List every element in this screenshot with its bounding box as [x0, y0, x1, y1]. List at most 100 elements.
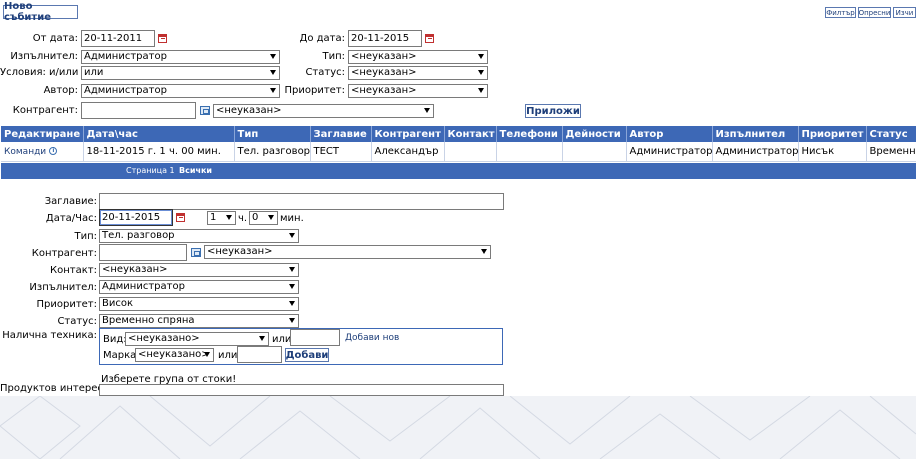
form-executor-select[interactable]: Администратор	[99, 280, 299, 294]
add-new-link[interactable]: Добави нов	[345, 333, 399, 343]
equipment-label: Налична техника:	[2, 330, 97, 341]
brand-input[interactable]	[237, 346, 282, 363]
refresh-button[interactable]: Опресни	[858, 7, 891, 18]
column-header[interactable]: Контрагент	[371, 126, 445, 142]
column-header[interactable]: Тип	[234, 126, 311, 142]
form-contractor-label: Контрагент:	[31, 248, 97, 259]
contractor-label: Контрагент:	[12, 105, 78, 116]
to-date-label: До дата:	[299, 33, 345, 44]
form-title-label: Заглавие:	[44, 196, 97, 207]
form-contact-select[interactable]: <неуказан>	[99, 263, 299, 277]
author-label: Автор:	[43, 85, 78, 96]
kind-select[interactable]: <неуказано>	[125, 332, 269, 346]
form-title-input[interactable]	[99, 193, 504, 210]
form-contractor-select-value: <неуказан>	[207, 246, 273, 257]
column-header[interactable]: Дейности	[562, 126, 627, 142]
type-select[interactable]: <неуказан>	[348, 50, 488, 64]
column-header[interactable]: Дата\час	[83, 126, 235, 142]
brand-value: <неуказано>	[138, 349, 210, 360]
from-date-input[interactable]: 20-11-2011	[81, 30, 155, 47]
kind-input[interactable]	[290, 329, 340, 346]
chevron-down-icon	[259, 336, 265, 341]
column-header[interactable]: Телефони	[496, 126, 563, 142]
new-event-button[interactable]: Ново събитие	[3, 1, 78, 23]
form-date-input[interactable]: 20-11-2015	[99, 209, 173, 226]
executor-label: Изпълнител:	[10, 51, 78, 62]
lookup-icon[interactable]	[200, 106, 210, 115]
chevron-down-icon	[478, 70, 484, 75]
status-select[interactable]: <неуказан>	[348, 66, 488, 80]
form-priority-value: Висок	[102, 298, 134, 309]
form-status-select[interactable]: Временно спряна	[99, 314, 299, 328]
form-contact-value: <неуказан>	[102, 264, 168, 275]
delete-button[interactable]: Изчи	[893, 7, 916, 18]
form-contractor-select[interactable]: <неуказан>	[204, 245, 491, 259]
form-priority-select[interactable]: Висок	[99, 297, 299, 311]
form-type-value: Тел. разговор	[102, 230, 175, 241]
form-type-label: Тип:	[74, 231, 97, 242]
column-header[interactable]: Редактиране	[1, 126, 84, 142]
chevron-down-icon	[204, 352, 210, 357]
form-priority-label: Приоритет:	[36, 299, 97, 310]
background-pattern	[0, 396, 916, 459]
lookup-icon[interactable]	[191, 248, 201, 257]
column-header[interactable]: Статус	[866, 126, 916, 142]
pager-page[interactable]: Страница 1	[126, 163, 175, 179]
contractor-input[interactable]	[81, 102, 196, 119]
priority-cell: Нисък	[798, 142, 867, 162]
products-field[interactable]	[99, 384, 504, 396]
chevron-down-icon	[226, 215, 232, 220]
status-value: <неуказан>	[351, 67, 417, 78]
column-header[interactable]: Приоритет	[798, 126, 867, 142]
to-date-input[interactable]: 20-11-2015	[348, 30, 422, 47]
pager: Страница 1 Всички	[1, 163, 916, 179]
chevron-down-icon	[289, 233, 295, 238]
filter-button[interactable]: Филтър	[825, 7, 856, 18]
contractor-select-value: <неуказан>	[216, 105, 282, 116]
events-table: Редактиране Дата\час Тип Заглавие Контра…	[1, 126, 916, 162]
calendar-icon[interactable]	[176, 213, 185, 222]
form-status-value: Временно спряна	[102, 315, 195, 326]
form-executor-label: Изпълнител:	[29, 282, 97, 293]
column-header[interactable]: Автор	[626, 126, 713, 142]
chevron-down-icon	[289, 267, 295, 272]
chevron-down-icon	[478, 54, 484, 59]
minute-value: 0	[252, 212, 259, 223]
form-contractor-input[interactable]	[99, 244, 187, 261]
priority-label: Приоритет:	[284, 85, 345, 96]
calendar-icon[interactable]	[158, 34, 167, 43]
priority-select[interactable]: <неуказан>	[348, 84, 488, 98]
hour-select[interactable]: 1	[207, 211, 236, 225]
edit-cell[interactable]: Команди i	[1, 142, 84, 162]
apply-button[interactable]: Приложи	[525, 104, 581, 118]
commands-link[interactable]: Команди	[4, 147, 46, 157]
author-value: Администратор	[84, 85, 167, 96]
hour-unit: ч.	[238, 213, 248, 224]
status-label: Статус:	[305, 67, 345, 78]
calendar-icon[interactable]	[425, 34, 434, 43]
pager-all[interactable]: Всички	[179, 163, 212, 179]
column-header[interactable]: Заглавие	[310, 126, 372, 142]
column-header[interactable]: Контакт	[444, 126, 497, 142]
add-button[interactable]: Добави	[285, 348, 329, 362]
form-type-select[interactable]: Тел. разговор	[99, 229, 299, 243]
or-label: или	[272, 334, 292, 345]
contractor-select[interactable]: <неуказан>	[213, 104, 434, 118]
minute-unit: мин.	[280, 213, 304, 224]
minute-select[interactable]: 0	[249, 211, 278, 225]
contractor-cell: Александър	[371, 142, 445, 162]
type-label: Тип:	[322, 51, 345, 62]
info-icon[interactable]: i	[49, 146, 58, 155]
products-label: Продуктов интерес:	[0, 383, 107, 394]
chevron-down-icon	[289, 284, 295, 289]
form-status-label: Статус:	[57, 316, 97, 327]
conditions-value: или	[84, 67, 104, 78]
type-cell: Тел. разговор	[234, 142, 311, 162]
hour-value: 1	[210, 212, 217, 223]
table-row[interactable]: Команди i 18-11-2015 г. 1 ч. 00 мин. Тел…	[1, 142, 916, 162]
chevron-down-icon	[268, 215, 274, 220]
chevron-down-icon	[289, 318, 295, 323]
column-header[interactable]: Изпълнител	[712, 126, 799, 142]
brand-select[interactable]: <неуказано>	[135, 348, 214, 362]
activities-cell	[562, 142, 627, 162]
